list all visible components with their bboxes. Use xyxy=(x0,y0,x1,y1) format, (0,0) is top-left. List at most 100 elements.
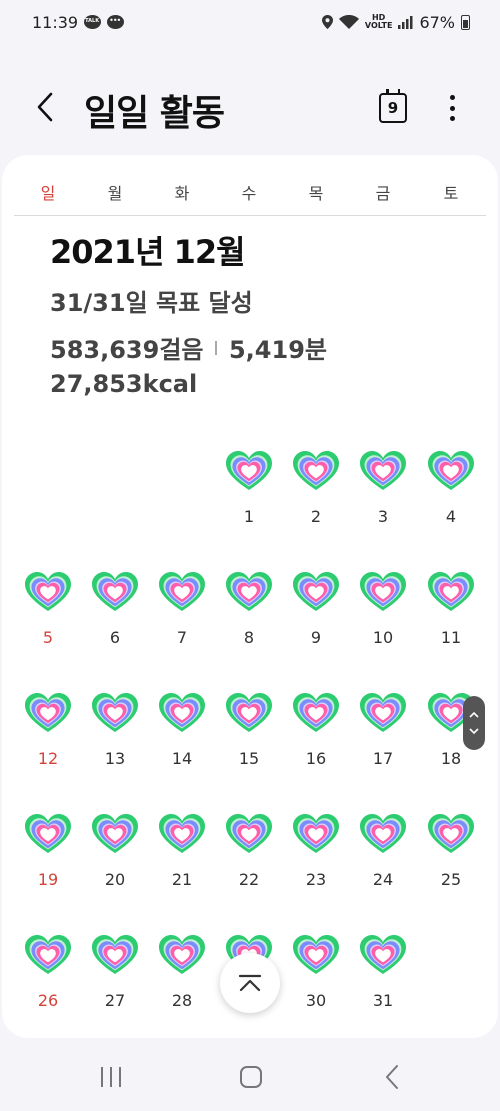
calendar-day[interactable]: 9 xyxy=(286,570,346,660)
total-steps: 583,639걸음 xyxy=(50,336,204,364)
weekday-label: 월 xyxy=(107,184,123,203)
calendar-day[interactable]: 22 xyxy=(219,812,279,902)
recent-apps-icon xyxy=(101,1067,121,1087)
day-number: 12 xyxy=(37,749,59,768)
calendar-day[interactable]: 10 xyxy=(353,570,413,660)
activity-heart-icon xyxy=(360,451,406,490)
weekday-label: 일 xyxy=(40,184,56,203)
calendar-day-number: 9 xyxy=(387,99,399,117)
calendar-day[interactable]: 6 xyxy=(85,570,145,660)
calendar-day[interactable]: 13 xyxy=(85,691,145,781)
calendar-day[interactable]: 11 xyxy=(421,570,481,660)
day-number: 16 xyxy=(305,749,327,768)
recent-apps-button[interactable] xyxy=(91,1062,131,1092)
day-number: 31 xyxy=(372,991,394,1010)
activity-heart-icon xyxy=(25,572,71,611)
day-number: 2 xyxy=(310,507,322,526)
calendar-day[interactable]: 1 xyxy=(219,449,279,539)
steps-minutes-line: 583,639걸음 5,419분 xyxy=(50,330,327,365)
day-number: 14 xyxy=(171,749,193,768)
activity-heart-icon xyxy=(428,572,474,611)
activity-heart-icon xyxy=(428,451,474,490)
calendar-day[interactable]: 24 xyxy=(353,812,413,902)
calendar-day[interactable]: 31 xyxy=(353,933,413,1023)
day-number: 17 xyxy=(372,749,394,768)
activity-heart-icon xyxy=(226,693,272,732)
calendar-day[interactable]: 27 xyxy=(85,933,145,1023)
activity-heart-icon xyxy=(25,693,71,732)
calendar-day[interactable]: 26 xyxy=(18,933,78,1023)
calendar-day[interactable]: 2 xyxy=(286,449,346,539)
weekday-label: 화 xyxy=(174,184,190,203)
fast-scroll-handle[interactable] xyxy=(463,696,485,750)
back-button[interactable] xyxy=(30,92,60,122)
calendar-icon: 9 xyxy=(379,89,407,123)
day-number: 10 xyxy=(372,628,394,647)
battery-percent: 67% xyxy=(419,12,455,32)
calendar-day[interactable]: 21 xyxy=(152,812,212,902)
back-arrow-icon xyxy=(386,1065,398,1089)
scroll-to-top-button[interactable] xyxy=(220,953,280,1013)
more-dot-icon xyxy=(449,95,455,100)
calendar-day[interactable]: 28 xyxy=(152,933,212,1023)
calendar-day[interactable]: 20 xyxy=(85,812,145,902)
calendar-day[interactable]: 5 xyxy=(18,570,78,660)
activity-heart-icon xyxy=(293,572,339,611)
activity-heart-icon xyxy=(360,935,406,974)
day-number: 21 xyxy=(171,870,193,889)
chevron-up-icon xyxy=(469,711,479,718)
calendar-day[interactable]: 12 xyxy=(18,691,78,781)
calendar-day[interactable]: 8 xyxy=(219,570,279,660)
status-right: HD VOLTE 67% xyxy=(321,12,470,32)
calendar-day[interactable]: 7 xyxy=(152,570,212,660)
activity-heart-icon xyxy=(92,572,138,611)
goal-achievement: 31/31일 목표 달성 xyxy=(50,289,253,317)
calendar-day[interactable]: 23 xyxy=(286,812,346,902)
calendar-card: 일 월 화 수 목 금 토 2021년 12월 31/31일 목표 달성 583,639걸음… xyxy=(2,155,498,1038)
weekday-header: 일월화수목금토 xyxy=(2,180,498,204)
more-options-button[interactable] xyxy=(438,92,466,124)
activity-heart-icon xyxy=(226,572,272,611)
page-title: 일일 활동 xyxy=(84,93,225,134)
day-number: 7 xyxy=(176,628,188,647)
calendar-day[interactable]: 3 xyxy=(353,449,413,539)
activity-heart-icon xyxy=(25,935,71,974)
home-button[interactable] xyxy=(231,1062,271,1092)
calendar-day[interactable]: 19 xyxy=(18,812,78,902)
calendar-day[interactable]: 30 xyxy=(286,933,346,1023)
day-number: 5 xyxy=(42,628,54,647)
day-number: 4 xyxy=(445,507,457,526)
battery-icon xyxy=(461,14,470,30)
signal-icon xyxy=(398,15,413,29)
day-number: 6 xyxy=(109,628,121,647)
day-number: 1 xyxy=(243,507,255,526)
calendar-day[interactable]: 16 xyxy=(286,691,346,781)
day-number: 22 xyxy=(238,870,260,889)
calendar-day[interactable]: 15 xyxy=(219,691,279,781)
weekday-label: 토 xyxy=(443,184,459,203)
activity-heart-icon xyxy=(293,693,339,732)
day-number: 8 xyxy=(243,628,255,647)
nav-back-button[interactable] xyxy=(372,1062,412,1092)
activity-heart-icon xyxy=(360,693,406,732)
activity-heart-icon xyxy=(159,935,205,974)
calendar-day[interactable]: 17 xyxy=(353,691,413,781)
activity-heart-icon xyxy=(25,814,71,853)
day-number: 11 xyxy=(440,628,462,647)
activity-heart-icon xyxy=(159,693,205,732)
chat-icon xyxy=(107,15,125,29)
month-title: 2021년 12월 xyxy=(50,233,246,271)
arrow-to-top-icon xyxy=(238,974,262,992)
calendar-day[interactable]: 14 xyxy=(152,691,212,781)
activity-heart-icon xyxy=(226,814,272,853)
day-number: 3 xyxy=(377,507,389,526)
day-number: 24 xyxy=(372,870,394,889)
app-header: 일일 활동 9 xyxy=(0,72,500,142)
more-dot-icon xyxy=(449,116,455,121)
kakaotalk-icon xyxy=(84,15,102,29)
today-calendar-button[interactable]: 9 xyxy=(377,89,409,125)
day-number: 18 xyxy=(440,749,462,768)
calendar-day[interactable]: 4 xyxy=(421,449,481,539)
day-number: 28 xyxy=(171,991,193,1010)
calendar-day[interactable]: 25 xyxy=(421,812,481,902)
